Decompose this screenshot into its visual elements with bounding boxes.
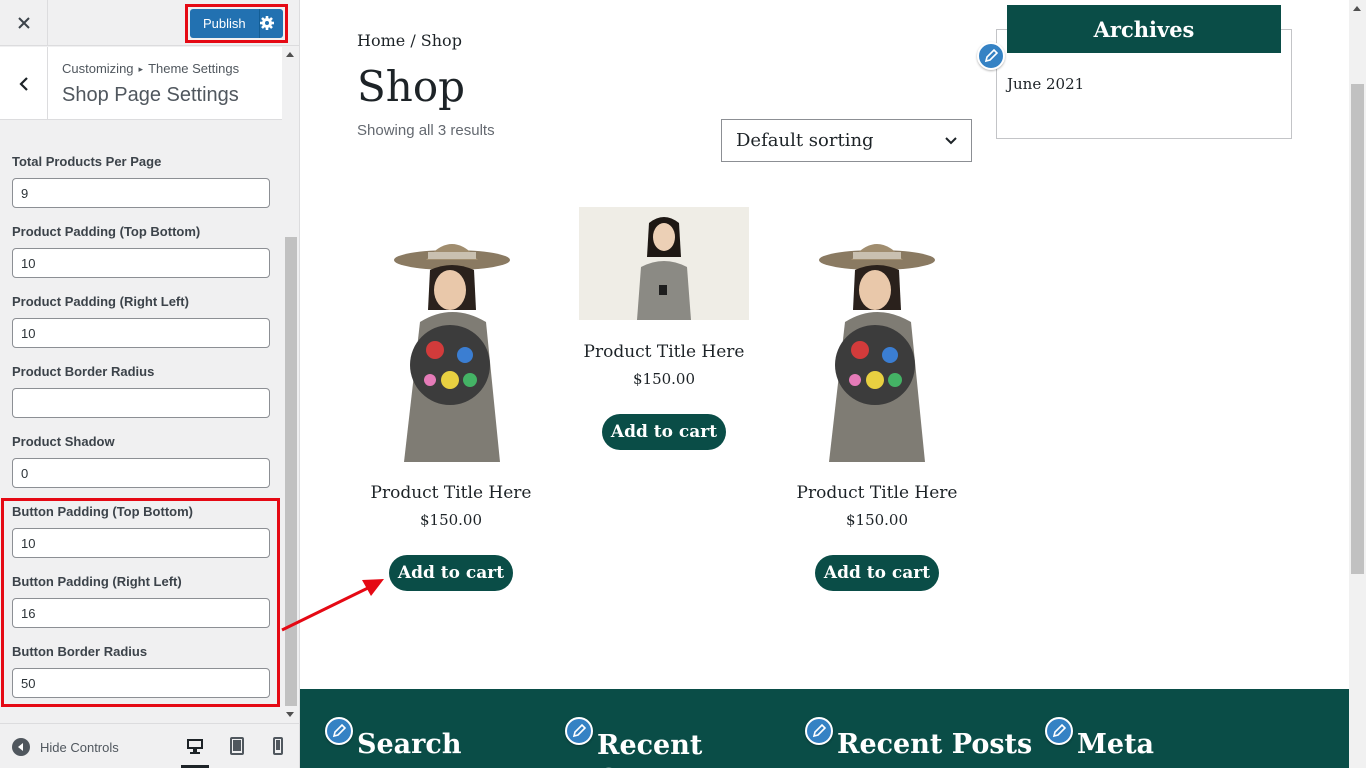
preview-scrollbar-thumb[interactable]	[1351, 84, 1364, 574]
add-to-cart-button[interactable]: Add to cart	[602, 414, 726, 450]
button-settings-highlight-box	[1, 498, 280, 707]
pencil-icon	[812, 724, 826, 738]
publish-label: Publish	[203, 16, 246, 31]
publish-button[interactable]: Publish	[190, 9, 283, 38]
footer-widget-title: Search	[357, 729, 462, 760]
customizer-header: Publish	[0, 0, 299, 46]
publish-highlight-box: Publish	[185, 4, 288, 43]
footer-widget-title: Recent C	[597, 730, 703, 768]
product-title[interactable]: Product Title Here	[564, 342, 764, 362]
product-image[interactable]	[815, 230, 939, 462]
footer-widget-title: Recent Posts	[837, 729, 1033, 760]
product-title[interactable]: Product Title Here	[351, 483, 551, 503]
chevron-left-icon	[18, 76, 28, 91]
gear-icon[interactable]	[259, 15, 275, 31]
product-border-radius-input[interactable]	[12, 388, 270, 418]
product-shadow-input[interactable]	[12, 458, 270, 488]
hide-controls-icon	[12, 738, 30, 756]
edit-shortcut-button[interactable]	[325, 717, 353, 745]
product-title[interactable]: Product Title Here	[777, 483, 977, 503]
back-button[interactable]	[0, 47, 48, 120]
field-label-product-padding-tb: Product Padding (Top Bottom)	[12, 224, 201, 239]
pencil-icon	[572, 724, 586, 738]
field-label-total-products: Total Products Per Page	[12, 154, 162, 169]
close-icon	[17, 17, 30, 29]
breadcrumb-separator-icon: ▸	[138, 64, 144, 74]
customizer-breadcrumb: Customizing ▸ Theme Settings	[62, 61, 239, 76]
hide-controls-button[interactable]: Hide Controls	[12, 738, 119, 756]
pencil-icon	[984, 49, 998, 63]
archive-link[interactable]: June 2021	[1007, 75, 1084, 93]
total-products-input[interactable]	[12, 178, 270, 208]
product-price: $150.00	[845, 511, 909, 529]
desktop-preview-icon[interactable]	[185, 736, 205, 756]
section-header: Customizing ▸ Theme Settings Shop Page Set…	[0, 47, 282, 120]
result-count: Showing all 3 results	[357, 122, 495, 139]
hide-controls-label: Hide Controls	[40, 739, 119, 755]
chevron-down-icon	[945, 136, 957, 144]
mobile-preview-icon[interactable]	[268, 736, 288, 756]
pencil-icon	[332, 724, 346, 738]
product-padding-tb-input[interactable]	[12, 248, 270, 278]
customizer-footer: Hide Controls	[0, 723, 299, 768]
edit-shortcut-button[interactable]	[977, 42, 1005, 70]
product-image[interactable]	[390, 230, 514, 462]
scroll-down-arrow-icon[interactable]	[286, 712, 294, 717]
edit-shortcut-button[interactable]	[805, 717, 833, 745]
product-price: $150.00	[419, 511, 483, 529]
product-image[interactable]	[579, 207, 749, 320]
footer-widget-title: Meta	[1077, 729, 1155, 760]
pencil-icon	[1052, 724, 1066, 738]
sorting-select[interactable]: Default sorting	[721, 119, 972, 162]
edit-shortcut-button[interactable]	[1045, 717, 1073, 745]
sorting-selected-value: Default sorting	[736, 130, 874, 151]
field-label-product-border-radius: Product Border Radius	[12, 364, 155, 379]
tablet-preview-icon[interactable]	[227, 736, 247, 756]
page-title: Shop	[357, 62, 465, 111]
customizer-sidebar: Publish Customizing ▸ Theme Settings Sho…	[0, 0, 300, 768]
sidebar-scrollbar-thumb[interactable]	[285, 237, 297, 706]
add-to-cart-button[interactable]: Add to cart	[389, 555, 513, 591]
breadcrumb-section: Theme Settings	[148, 61, 240, 76]
close-button[interactable]	[0, 0, 48, 46]
add-to-cart-button[interactable]: Add to cart	[815, 555, 939, 591]
preview-scroll-up-arrow-icon[interactable]	[1353, 6, 1361, 11]
archives-title: Archives	[1007, 5, 1281, 53]
field-label-product-shadow: Product Shadow	[12, 434, 115, 449]
field-label-product-padding-rl: Product Padding (Right Left)	[12, 294, 189, 309]
shop-breadcrumb[interactable]: Home / Shop	[357, 31, 462, 50]
breadcrumb-root: Customizing	[62, 61, 134, 76]
product-price: $150.00	[632, 370, 696, 388]
edit-shortcut-button[interactable]	[565, 717, 593, 745]
section-title: Shop Page Settings	[62, 84, 239, 106]
product-padding-rl-input[interactable]	[12, 318, 270, 348]
scroll-up-arrow-icon[interactable]	[286, 52, 294, 57]
